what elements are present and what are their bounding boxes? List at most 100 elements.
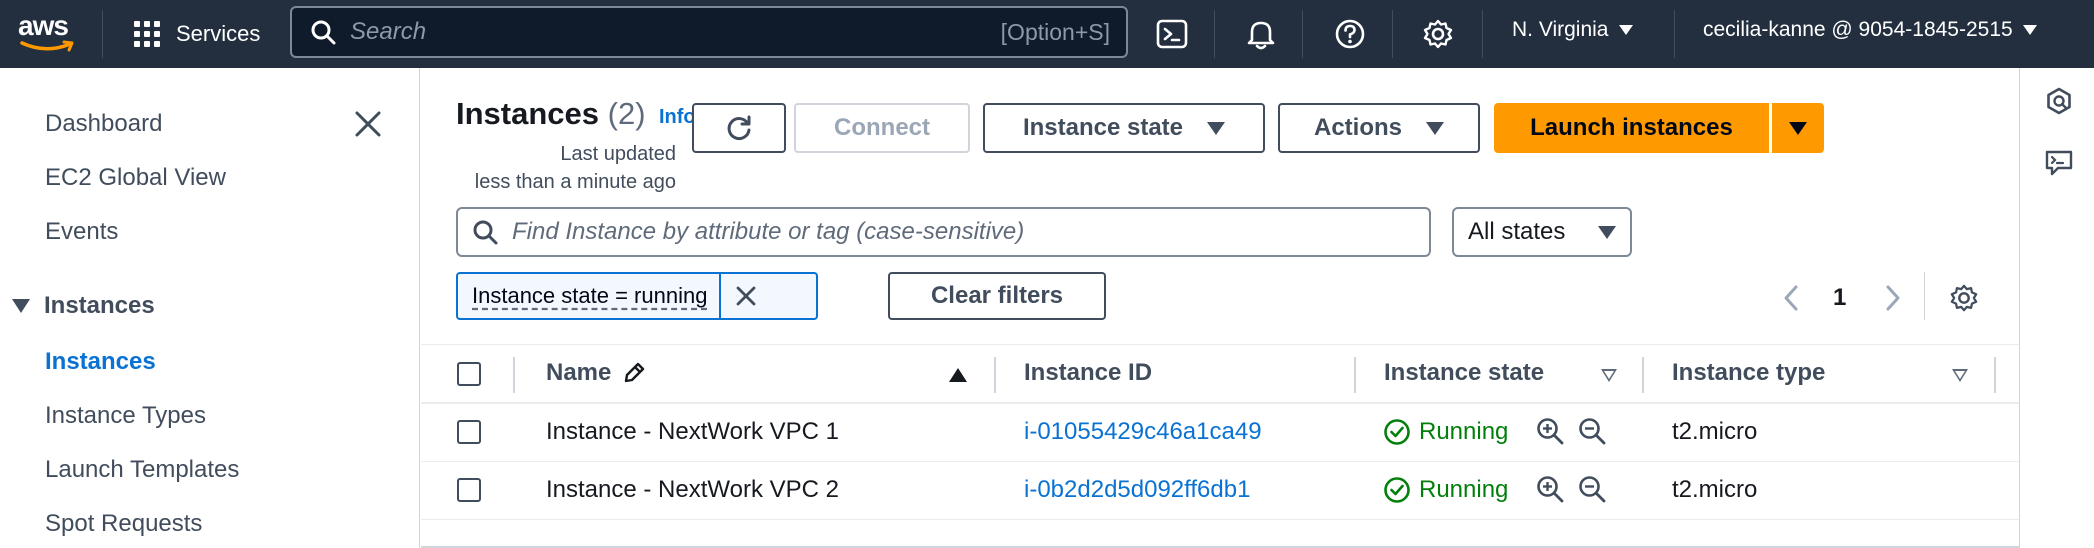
ai-assistant-icon[interactable] (2044, 86, 2074, 116)
global-search-input[interactable]: Search [Option+S] (290, 6, 1128, 58)
chevron-down-icon (1207, 121, 1226, 135)
column-instance-type-label: Instance type (1672, 359, 1826, 386)
column-instance-state-label: Instance state (1384, 359, 1545, 386)
connect-button[interactable]: Connect (794, 103, 970, 153)
services-grid-icon (134, 20, 162, 48)
column-separator (1642, 357, 1644, 393)
nav-item-ec2-global-view[interactable]: EC2 Global View (45, 164, 226, 192)
states-select[interactable]: All states (1452, 207, 1632, 257)
select-all-checkbox[interactable] (457, 362, 481, 386)
notifications-bell-icon[interactable] (1244, 17, 1278, 51)
last-updated-line2: less than a minute ago (474, 171, 676, 193)
previous-page-icon[interactable] (1781, 283, 1801, 313)
settings-gear-icon[interactable] (1421, 17, 1455, 51)
launch-instances-dropdown[interactable] (1772, 103, 1824, 153)
feedback-console-icon[interactable] (2044, 148, 2074, 178)
cloudshell-icon[interactable] (1155, 17, 1189, 51)
column-header-instance-id[interactable]: Instance ID (1024, 359, 1152, 387)
success-check-icon (1384, 419, 1410, 445)
actions-dropdown[interactable]: Actions (1278, 103, 1480, 153)
zoom-out-icon[interactable] (1577, 416, 1607, 446)
filter-token-label[interactable]: Instance state = running (458, 283, 719, 309)
table-preferences-gear-icon[interactable] (1949, 283, 1979, 313)
instance-filter-input[interactable]: Find Instance by attribute or tag (case-… (456, 207, 1431, 257)
column-separator (1354, 357, 1356, 393)
column-header-instance-state[interactable]: Instance state (1384, 359, 1544, 387)
aws-logo[interactable]: aws (18, 12, 82, 56)
column-header-instance-type[interactable]: Instance type (1672, 359, 1825, 387)
current-page-number[interactable]: 1 (1833, 284, 1846, 312)
nav-item-events[interactable]: Events (45, 218, 118, 246)
column-separator (1994, 357, 1996, 393)
instance-state-label: Instance state (1022, 114, 1184, 141)
nav-section-instances[interactable]: Instances (12, 292, 155, 320)
page-title: Instances (2) (456, 96, 646, 132)
row-checkbox[interactable] (457, 420, 481, 444)
search-icon (473, 220, 498, 245)
column-separator (994, 357, 996, 393)
instance-id-link[interactable]: i-0b2d2d5d092ff6db1 (1024, 476, 1250, 504)
instance-name: Instance - NextWork VPC 1 (546, 418, 839, 445)
close-navigation-icon[interactable] (352, 108, 384, 140)
account-menu[interactable]: cecilia-kanne @ 9054-1845-2515 (1703, 18, 2037, 42)
column-separator (513, 357, 515, 393)
nav-item-instance-types[interactable]: Instance Types (45, 402, 206, 430)
status-text: Running (1419, 418, 1509, 445)
nav-item-launch-templates[interactable]: Launch Templates (45, 456, 239, 484)
instance-count: (2) (607, 96, 646, 131)
filter-placeholder: Find Instance by attribute or tag (case-… (512, 218, 1025, 245)
next-page-icon[interactable] (1883, 283, 1903, 313)
caret-down-icon (12, 299, 30, 313)
instance-state-dropdown[interactable]: Instance state (983, 103, 1265, 153)
zoom-out-icon[interactable] (1577, 474, 1607, 504)
success-check-icon (1384, 477, 1410, 503)
column-instance-id-label: Instance ID (1024, 359, 1153, 386)
zoom-in-icon[interactable] (1535, 474, 1565, 504)
topbar-divider (102, 10, 103, 58)
nav-item-instances[interactable]: Instances (45, 348, 156, 376)
table-row[interactable]: Instance - NextWork VPC 1 i-01055429c46a… (421, 404, 2019, 462)
services-label: Services (176, 21, 261, 46)
table-row[interactable]: Instance - NextWork VPC 2 i-0b2d2d5d092f… (421, 462, 2019, 520)
aws-smile-icon (20, 40, 74, 52)
nav-section-label: Instances (44, 292, 155, 319)
last-updated-line1: Last updated (560, 143, 676, 165)
status-running: Running (1383, 418, 1508, 446)
help-icon[interactable] (1333, 17, 1367, 51)
search-shortcut-hint: [Option+S] (1000, 18, 1110, 45)
services-menu-button[interactable]: Services (134, 14, 260, 54)
launch-instances-button[interactable]: Launch instances (1494, 103, 1769, 153)
info-link[interactable]: Info (659, 106, 696, 129)
pager-divider (1924, 272, 1925, 320)
chevron-down-icon (1618, 25, 1633, 35)
region-label: N. Virginia (1512, 18, 1609, 41)
region-selector[interactable]: N. Virginia (1512, 18, 1633, 42)
clear-filters-button[interactable]: Clear filters (888, 272, 1106, 320)
sort-ascending-icon[interactable] (949, 368, 967, 382)
aws-logo-text: aws (18, 10, 69, 41)
nav-item-dashboard[interactable]: Dashboard (45, 110, 162, 138)
column-name-label: Name (546, 359, 612, 386)
instance-type: t2.micro (1672, 476, 1758, 503)
nav-item-spot-requests[interactable]: Spot Requests (45, 510, 202, 538)
topbar-divider (1674, 10, 1675, 58)
instances-panel: Instances (2) Info Last updated less tha… (421, 68, 2019, 548)
instance-id-link[interactable]: i-01055429c46a1ca49 (1024, 418, 1262, 446)
row-checkbox[interactable] (457, 478, 481, 502)
refresh-button[interactable] (692, 103, 786, 153)
right-tools-rail (2019, 68, 2094, 548)
states-select-value: All states (1468, 218, 1566, 245)
remove-filter-icon[interactable] (719, 274, 771, 318)
topbar-divider (1302, 10, 1303, 58)
top-navigation-bar: aws Services Search [Option+S] N. Virgin… (0, 0, 2094, 68)
sort-descending-icon[interactable] (1601, 369, 1617, 382)
zoom-in-icon[interactable] (1535, 416, 1565, 446)
column-header-name[interactable]: Name (546, 359, 647, 387)
search-placeholder: Search (350, 18, 427, 45)
last-updated-text: Last updated less than a minute ago (456, 140, 676, 196)
chevron-down-icon (1598, 225, 1616, 239)
edit-pencil-icon (625, 362, 645, 383)
search-icon (311, 20, 336, 45)
instance-type: t2.micro (1672, 418, 1758, 445)
sort-descending-icon[interactable] (1952, 369, 1968, 382)
